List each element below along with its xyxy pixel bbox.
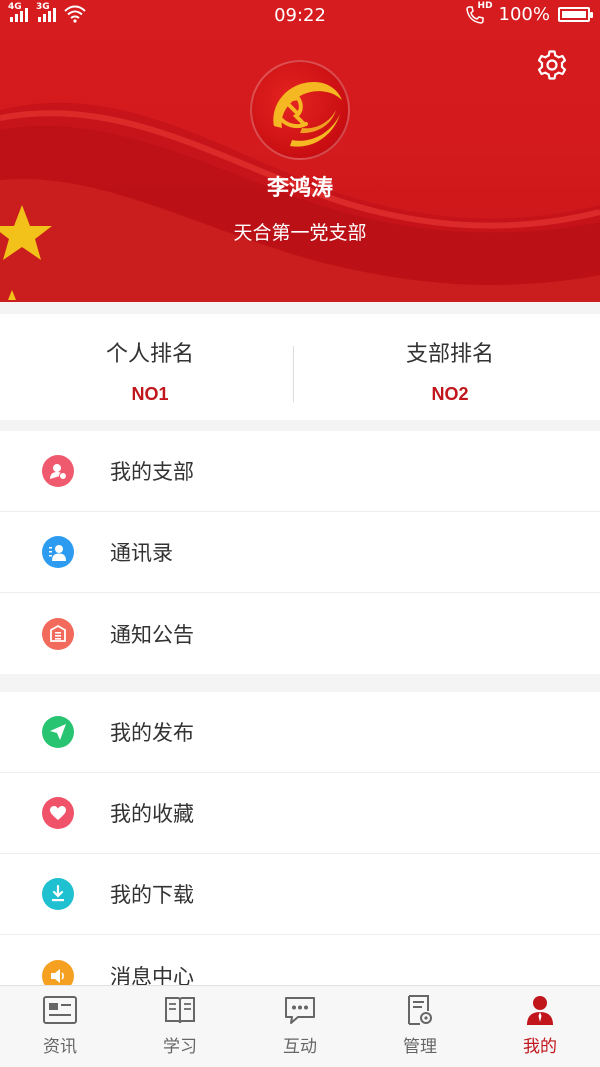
menu-item-my-branch[interactable]: 我的支部 — [0, 431, 600, 512]
tab-manage[interactable]: 管理 — [360, 986, 480, 1067]
gear-icon[interactable] — [534, 48, 570, 84]
user-icon — [527, 996, 553, 1025]
status-bar: 4G 3G 09:22 HD 100% — [0, 0, 600, 32]
bottom-tab-bar: 资讯 学习 互动 管理 我的 — [0, 985, 600, 1067]
menu-item-contacts[interactable]: 通讯录 — [0, 512, 600, 593]
profile-header: 4G 3G 09:22 HD 100% 李鸿涛 天合第一党支部 — [0, 0, 600, 302]
message-icon — [42, 959, 74, 985]
menu-item-notices[interactable]: 通知公告 — [0, 593, 600, 674]
menu-item-label: 通知公告 — [110, 622, 194, 647]
battery-text: 100% — [498, 4, 550, 25]
call-hd-icon: HD — [465, 1, 493, 25]
branch-ranking-label: 支部排名 — [405, 342, 494, 367]
contacts-icon — [42, 536, 74, 568]
book-icon — [165, 997, 195, 1024]
personal-ranking-label: 个人排名 — [105, 342, 194, 367]
tab-label: 学习 — [163, 1037, 197, 1057]
menu-item-label: 消息中心 — [110, 964, 194, 986]
tab-news[interactable]: 资讯 — [0, 986, 120, 1067]
avatar[interactable] — [250, 60, 350, 160]
menu-group-organization: 我的支部 通讯录 通知公告 — [0, 431, 600, 674]
chat-icon — [285, 997, 315, 1024]
branch-icon — [42, 455, 74, 487]
heart-icon — [42, 797, 74, 829]
battery-icon — [558, 7, 593, 22]
personal-ranking[interactable]: 个人排名 NO1 — [0, 314, 300, 420]
menu-group-personal: 我的发布 我的收藏 我的下载 消息中心 — [0, 692, 600, 985]
tab-mine[interactable]: 我的 — [480, 986, 600, 1067]
news-icon — [43, 996, 77, 1024]
menu-item-label: 我的下载 — [110, 883, 194, 907]
notice-icon — [42, 617, 74, 650]
menu-item-label: 我的发布 — [110, 721, 194, 745]
tab-interact[interactable]: 互动 — [240, 986, 360, 1067]
ranking-divider — [293, 346, 294, 402]
tab-label: 管理 — [403, 1037, 437, 1057]
menu-item-label: 我的收藏 — [110, 802, 194, 826]
tab-label: 我的 — [523, 1037, 557, 1057]
menu-item-label: 我的支部 — [110, 460, 194, 484]
tab-label: 资讯 — [43, 1037, 77, 1057]
branch-name: 天合第一党支部 — [233, 222, 367, 244]
manage-icon — [408, 995, 432, 1025]
menu-item-messages[interactable]: 消息中心 — [0, 935, 600, 985]
menu-item-label: 通讯录 — [110, 541, 173, 565]
tab-label: 互动 — [283, 1037, 317, 1057]
menu-item-downloads[interactable]: 我的下载 — [0, 854, 600, 935]
send-icon — [42, 716, 74, 748]
menu-item-my-posts[interactable]: 我的发布 — [0, 692, 600, 773]
tab-study[interactable]: 学习 — [120, 986, 240, 1067]
ranking-panel: 个人排名 NO1 支部排名 NO2 — [0, 314, 600, 420]
user-name: 李鸿涛 — [266, 176, 333, 201]
personal-ranking-value: NO1 — [131, 384, 169, 404]
branch-ranking-value: NO2 — [431, 384, 469, 404]
party-emblem-icon — [273, 82, 342, 147]
branch-ranking[interactable]: 支部排名 NO2 — [300, 314, 600, 420]
menu-item-favorites[interactable]: 我的收藏 — [0, 773, 600, 854]
download-icon — [42, 878, 74, 910]
status-right: HD 100% — [465, 1, 593, 25]
